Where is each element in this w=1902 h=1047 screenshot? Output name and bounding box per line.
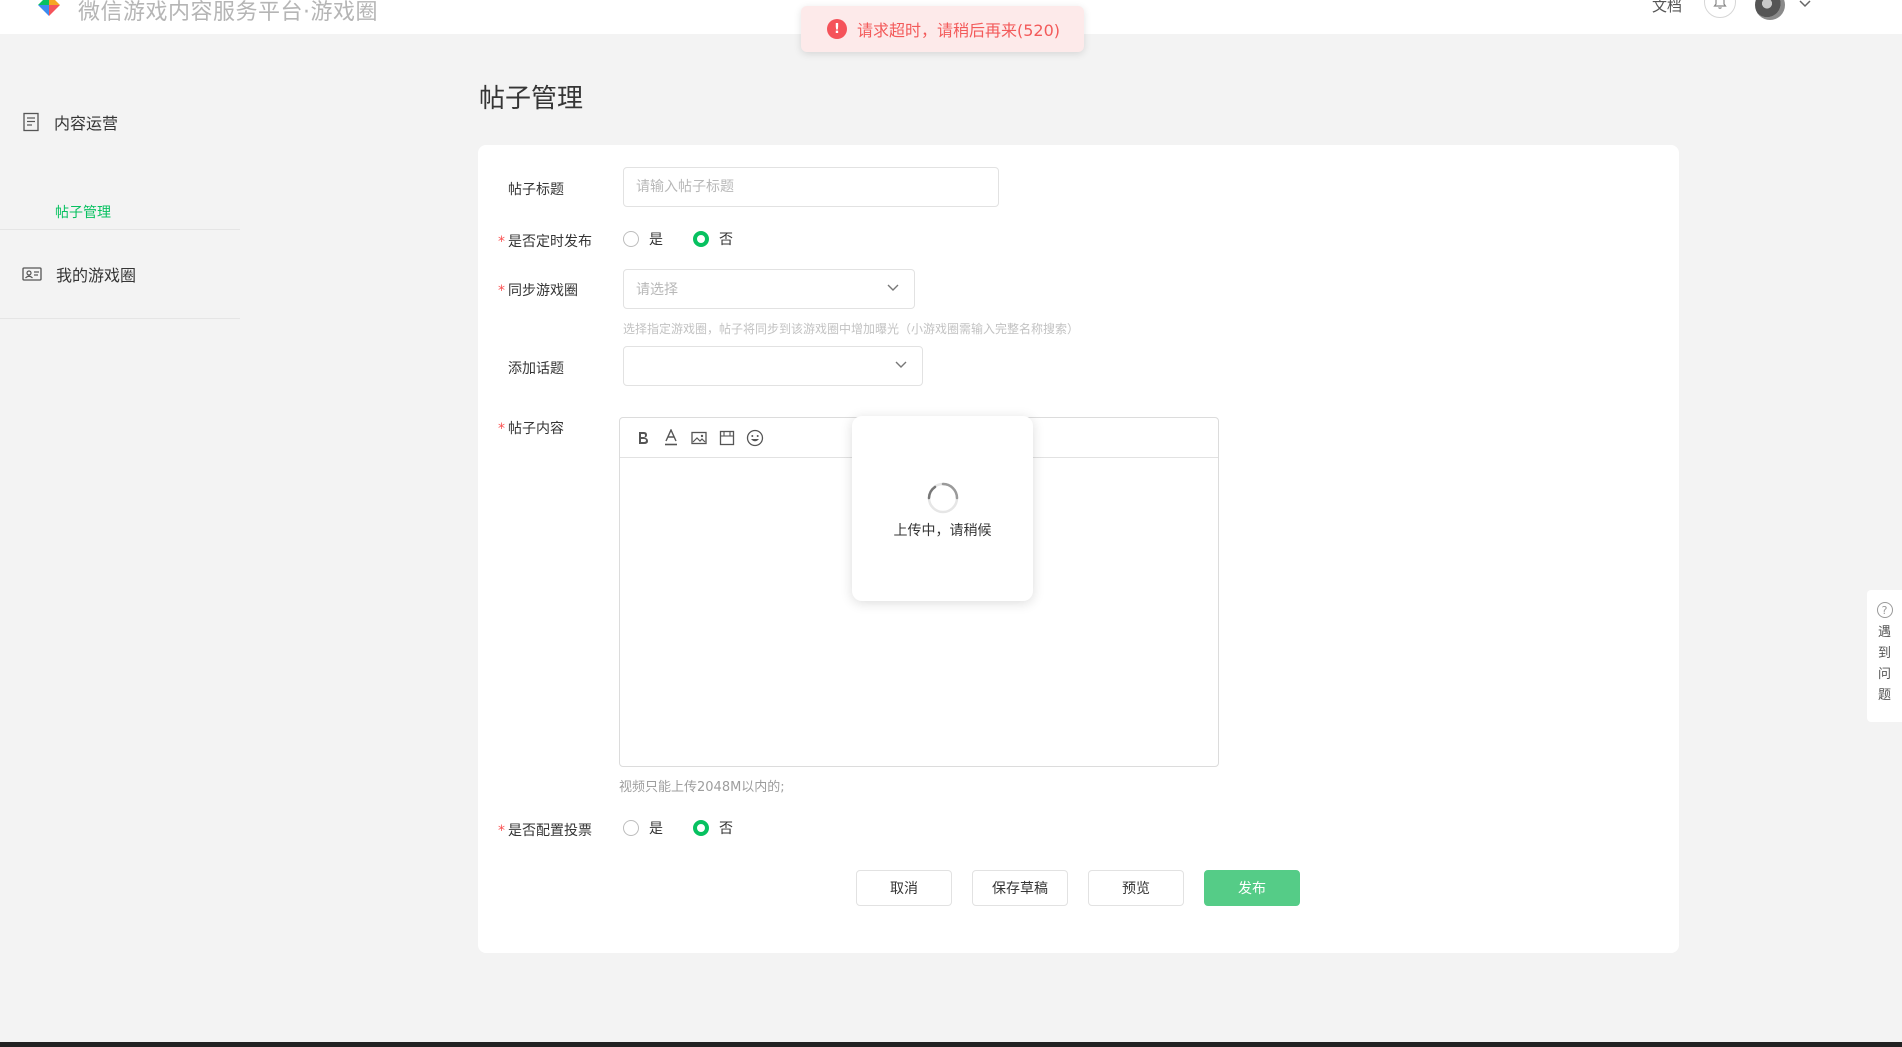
vote-yes-radio[interactable] [623, 820, 639, 836]
post-title-input[interactable] [623, 167, 999, 207]
id-card-icon [22, 267, 42, 281]
scheduled-yes-radio[interactable] [623, 231, 639, 247]
brand-title: 微信游戏内容服务平台·游戏圈 [78, 0, 378, 25]
exclamation-icon: ! [827, 19, 847, 39]
vote-no-radio[interactable] [693, 820, 709, 836]
window-bottom-edge [0, 1042, 1902, 1047]
sidebar-item-post-management[interactable]: 帖子管理 [55, 202, 111, 222]
post-title-label: 帖子标题 [508, 182, 564, 198]
sync-circle-hint: 选择指定游戏圈，帖子将同步到该游戏圈中增加曝光（小游戏圈需输入完整名称搜索） [623, 322, 1080, 336]
sidebar-divider [0, 318, 240, 319]
save-draft-button[interactable]: 保存草稿 [972, 870, 1068, 906]
image-icon[interactable] [690, 429, 708, 447]
loading-text: 上传中，请稍候 [893, 523, 992, 539]
chevron-down-icon [895, 361, 907, 368]
bell-icon [1713, 0, 1727, 9]
font-color-icon[interactable] [662, 428, 680, 447]
user-avatar[interactable] [1755, 0, 1785, 20]
help-floating-tab[interactable]: ? 遇到问题 [1867, 590, 1902, 722]
bold-icon[interactable] [634, 429, 652, 447]
sidebar-group-label: 内容运营 [54, 114, 119, 133]
logo-icon [38, 0, 60, 16]
loading-spinner-icon [927, 482, 959, 514]
help-text: 遇到问题 [1877, 625, 1891, 703]
video-icon[interactable] [718, 429, 736, 447]
chevron-down-icon[interactable] [1798, 0, 1812, 9]
page-title: 帖子管理 [479, 84, 584, 114]
scheduled-publish-radio-group: 是 否 [623, 229, 733, 249]
sidebar-group-label: 我的游戏圈 [56, 266, 137, 285]
notification-button[interactable] [1704, 0, 1736, 18]
post-content-label: * 帖子内容 [498, 421, 564, 437]
preview-button[interactable]: 预览 [1088, 870, 1184, 906]
video-size-hint: 视频只能上传2048M以内的; [619, 780, 785, 795]
topic-label: 添加话题 [508, 361, 564, 377]
upload-loading-dialog: 上传中，请稍候 [852, 416, 1033, 601]
sidebar-divider [0, 229, 240, 230]
vote-config-radio-group: 是 否 [623, 818, 733, 838]
toast-message: 请求超时，请稍后再来(520) [857, 21, 1061, 40]
publish-button[interactable]: 发布 [1204, 870, 1300, 906]
sidebar-group-content-ops[interactable]: 内容运营 [22, 110, 118, 134]
sidebar-group-my-circle[interactable]: 我的游戏圈 [22, 262, 136, 286]
vote-config-label: * 是否配置投票 [498, 823, 592, 839]
topic-select[interactable] [623, 346, 923, 386]
scheduled-no-radio[interactable] [693, 231, 709, 247]
scheduled-publish-label: * 是否定时发布 [498, 234, 592, 250]
chevron-down-icon [887, 284, 899, 291]
sync-circle-select[interactable]: 请选择 [623, 269, 915, 309]
docs-link[interactable]: 文档 [1652, 0, 1682, 16]
cancel-button[interactable]: 取消 [856, 870, 952, 906]
sync-circle-label: * 同步游戏圈 [498, 283, 578, 299]
emoji-icon[interactable] [746, 429, 764, 447]
error-toast: ! 请求超时，请稍后再来(520) [801, 6, 1084, 52]
question-icon: ? [1876, 602, 1893, 618]
document-icon [23, 112, 39, 132]
